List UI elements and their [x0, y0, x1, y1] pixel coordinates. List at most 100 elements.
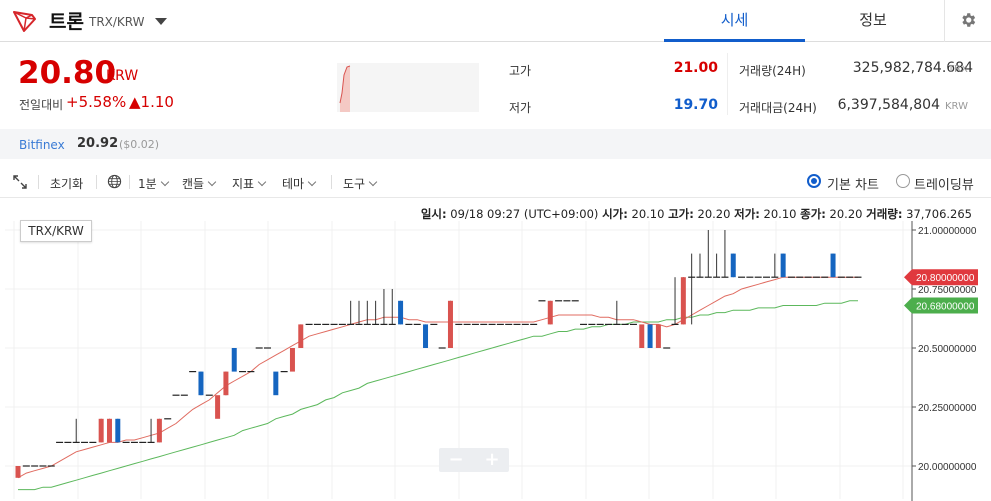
- candle-body: [198, 371, 204, 396]
- toolbar-separator: [331, 175, 332, 189]
- price-summary: 20.80 KRW 전일대비 +5.58% ▲1.10 고가 21.00 저가 …: [0, 43, 991, 129]
- current-price: 20.80: [18, 55, 117, 91]
- candle-body: [830, 253, 836, 278]
- candle-body: [273, 371, 279, 396]
- candle: [298, 324, 304, 348]
- high-value: 21.00: [673, 60, 718, 76]
- chevron-down-icon: [257, 177, 267, 187]
- symbol-label: TRX/KRW: [20, 220, 92, 242]
- indicator-label: 지표: [232, 177, 255, 191]
- y-tick-label: 20.25000000: [918, 403, 977, 414]
- candle: [639, 324, 645, 348]
- trading-view-label[interactable]: 트레이딩뷰: [914, 174, 974, 193]
- trading-view-radio[interactable]: [896, 174, 910, 188]
- price-unit: KRW: [106, 68, 139, 84]
- candle: [713, 253, 721, 278]
- candle-label: 캔들: [182, 177, 205, 191]
- candle: [671, 277, 679, 326]
- high-label: 고가: [509, 64, 532, 78]
- candle: [15, 466, 21, 478]
- candle-body: [106, 418, 112, 443]
- candle: [655, 324, 661, 348]
- candle: [680, 277, 686, 325]
- chevron-down-icon: [207, 177, 217, 187]
- candle-body: [115, 418, 121, 443]
- moving-averages: [17, 276, 858, 491]
- candle-dropdown[interactable]: 캔들: [182, 175, 217, 192]
- sparkline-chart: [337, 63, 479, 112]
- zoom-controls: − +: [439, 448, 509, 472]
- candle: [72, 418, 80, 443]
- candle-body: [547, 300, 553, 325]
- candle-body: [298, 324, 304, 348]
- zoom-in-button[interactable]: +: [475, 448, 509, 472]
- exchange-name[interactable]: Bitfinex: [19, 138, 65, 152]
- reset-button[interactable]: 초기화: [50, 175, 83, 192]
- candle: [721, 230, 729, 278]
- coin-pair: TRX/KRW: [89, 15, 145, 29]
- chevron-down-icon[interactable]: [155, 18, 167, 25]
- y-tick-label: 20.75000000: [918, 285, 977, 296]
- volume-unit: TRX: [948, 64, 968, 75]
- header: 트론 TRX/KRW 시세 정보: [0, 0, 991, 42]
- coin-name: 트론: [49, 11, 84, 33]
- exchange-price: 20.92: [77, 136, 119, 151]
- candle: [372, 300, 380, 326]
- candle: [704, 230, 712, 278]
- tab-info[interactable]: 정보: [806, 0, 940, 42]
- fullscreen-icon[interactable]: [13, 175, 27, 189]
- tools-label: 도구: [343, 177, 366, 191]
- y-axis: 21.00000000 20.75000000 20.50000000 20.2500…: [904, 221, 978, 501]
- candle: [423, 324, 429, 348]
- candle: [106, 418, 112, 443]
- toolbar-separator: [129, 175, 130, 189]
- amount-value: 6,397,584,804: [837, 97, 940, 113]
- interval-dropdown[interactable]: 1분: [138, 175, 169, 192]
- candle-body: [639, 324, 645, 348]
- candle-body: [447, 300, 453, 348]
- basic-chart-radio[interactable]: [807, 174, 821, 188]
- ma-short-line: [17, 276, 858, 479]
- y-tick-label: 20.00000000: [918, 462, 977, 473]
- chevron-down-icon: [307, 177, 317, 187]
- candle: [780, 253, 786, 278]
- y-tick-label: 21.00000000: [918, 226, 977, 237]
- candle: [730, 253, 736, 278]
- change-value: ▲1.10: [129, 93, 174, 111]
- gear-icon: [962, 13, 976, 27]
- toolbar-separator: [38, 175, 39, 189]
- candle: [115, 418, 121, 443]
- candle: [198, 371, 204, 396]
- candle-body: [156, 418, 162, 443]
- candle-body: [680, 277, 686, 325]
- candle: [347, 300, 355, 326]
- candle: [273, 371, 279, 396]
- candle: [289, 348, 295, 372]
- candle-body: [231, 348, 237, 372]
- exchange-usd: ($0.02): [119, 138, 160, 151]
- low-value: 19.70: [673, 97, 718, 113]
- tools-dropdown[interactable]: 도구: [343, 175, 378, 192]
- candle: [147, 418, 155, 443]
- chart-area[interactable]: 일시: 09/18 09:27 (UTC+09:00) 시가: 20.10 고가…: [0, 199, 991, 501]
- settings-button[interactable]: [944, 0, 991, 42]
- candle-body: [15, 466, 21, 478]
- theme-dropdown[interactable]: 테마: [282, 175, 317, 192]
- tab-price[interactable]: 시세: [664, 0, 805, 42]
- candle-body: [289, 348, 295, 372]
- candle: [547, 300, 553, 325]
- last-price-tag: 20.80000000: [916, 273, 975, 284]
- candle: [696, 253, 704, 278]
- candle-body: [215, 395, 221, 419]
- basic-chart-label[interactable]: 기본 차트: [827, 174, 879, 193]
- chevron-down-icon: [160, 177, 169, 187]
- globe-icon[interactable]: [107, 174, 122, 189]
- candle: [98, 418, 104, 443]
- candle: [215, 395, 221, 419]
- zoom-out-button[interactable]: −: [439, 448, 473, 472]
- candle: [398, 300, 404, 325]
- ma-price-tag: 20.68000000: [916, 302, 975, 313]
- candle: [830, 253, 836, 278]
- indicator-dropdown[interactable]: 지표: [232, 175, 267, 192]
- volume-label: 거래량(24H): [739, 64, 806, 78]
